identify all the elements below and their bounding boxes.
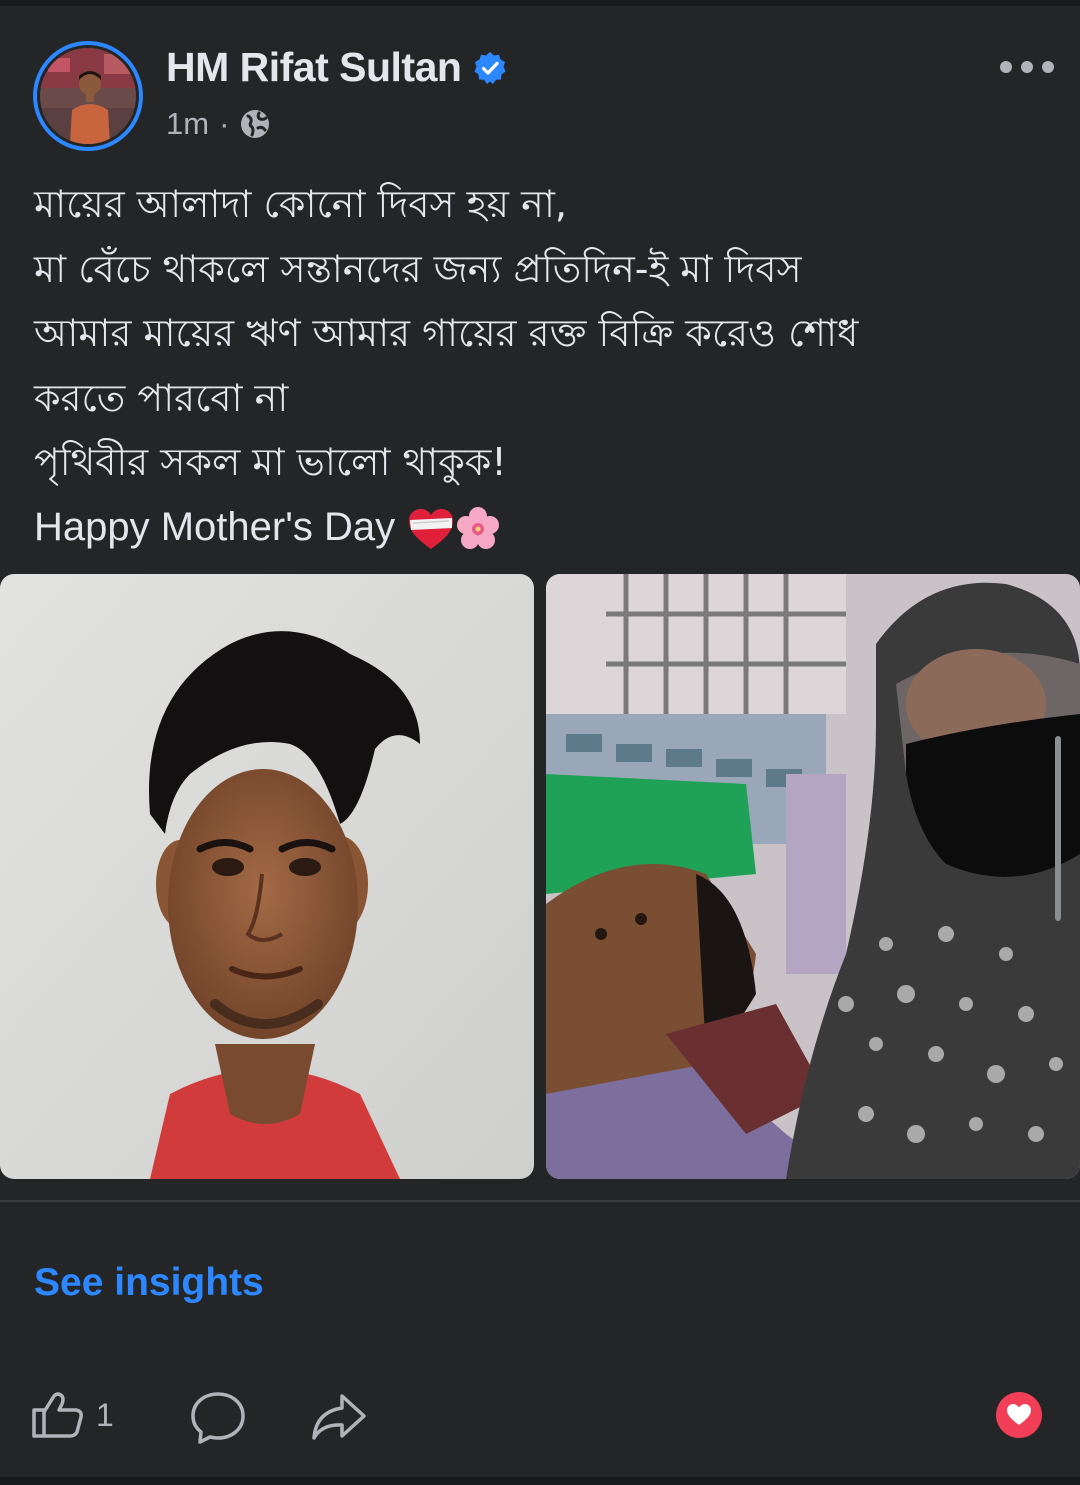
nav-edge [0, 1477, 1080, 1485]
caption-line: মা বেঁচে থাকলে সন্তানদের জন্য প্রতিদিন-ই… [34, 246, 802, 291]
love-reaction-icon[interactable] [996, 1392, 1042, 1438]
caption-line: পৃথিবীর সকল মা ভালো থাকুক! [34, 440, 507, 484]
caption-line: করতে পারবো না [34, 375, 289, 420]
post-photo-portrait[interactable] [0, 574, 534, 1179]
caption-line-english: Happy Mother's Day [34, 495, 1054, 560]
caption-line: মায়ের আলাদা কোনো দিবস হয় না, [34, 182, 567, 226]
see-insights-link[interactable]: See insights [34, 1261, 264, 1305]
more-options-button[interactable] [1000, 52, 1054, 82]
like-count: 1 [96, 1396, 114, 1433]
more-dot-icon [1000, 61, 1012, 73]
like-button[interactable]: 1 [30, 1390, 114, 1440]
post-timestamp[interactable]: 1m [166, 106, 209, 142]
comment-bubble-icon [191, 1392, 245, 1444]
heart-icon [1007, 1404, 1031, 1425]
avatar[interactable] [40, 48, 136, 144]
divider [0, 1200, 1080, 1202]
bandaged-heart-icon [409, 509, 454, 549]
author-name[interactable]: HM Rifat Sultan [166, 44, 462, 91]
share-button[interactable] [308, 1390, 370, 1451]
post-actions-bar: 1 [0, 1376, 1080, 1466]
verified-badge-icon [474, 51, 506, 84]
post-meta: 1m · [166, 106, 271, 142]
more-dot-icon [1021, 61, 1033, 73]
globe-icon[interactable] [239, 108, 271, 140]
thumbs-up-icon [32, 1392, 83, 1438]
share-arrow-icon [312, 1394, 366, 1440]
post-caption: মায়ের আলাদা কোনো দিবস হয় না, মা বেঁচে থ… [34, 172, 1054, 559]
post-header: HM Rifat Sultan 1m · [0, 6, 1080, 156]
caption-english-text: Happy Mother's Day [34, 504, 396, 549]
cherry-blossom-icon [457, 507, 500, 549]
meta-separator: · [219, 106, 230, 141]
comment-button[interactable] [188, 1390, 248, 1451]
more-dot-icon [1042, 61, 1054, 73]
scrollbar-thumb[interactable] [1055, 736, 1061, 921]
caption-line: আমার মায়ের ঋণ আমার গায়ের রক্ত বিক্রি ক… [34, 311, 859, 355]
avatar-story-ring[interactable] [33, 41, 143, 151]
post-card: HM Rifat Sultan 1m · মায়ের আলাদা কোনো দ… [0, 6, 1080, 1485]
author-row: HM Rifat Sultan [166, 44, 507, 91]
post-photo-hospital[interactable] [546, 574, 1080, 1179]
